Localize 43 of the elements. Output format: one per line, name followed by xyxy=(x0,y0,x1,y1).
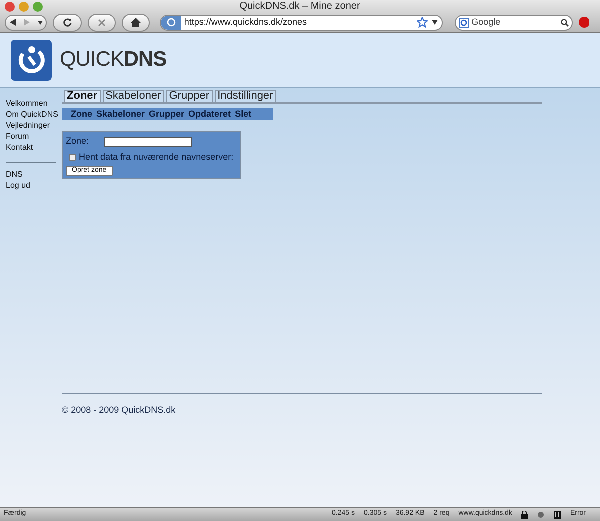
column-header[interactable]: Slet xyxy=(235,108,252,120)
checkbox-label: Hent data fra nuværende navneserver: xyxy=(79,150,234,164)
site-icon xyxy=(166,18,176,27)
tab[interactable]: Skabeloner xyxy=(102,90,164,102)
dropdown-icon[interactable] xyxy=(432,20,438,25)
search-input[interactable]: Google xyxy=(472,16,558,30)
sidebar-link[interactable]: Vejledninger xyxy=(6,120,62,131)
sidebar-link[interactable]: Forum xyxy=(6,131,62,142)
zone-input[interactable] xyxy=(104,136,192,147)
forward-icon xyxy=(24,19,30,26)
search-field[interactable]: Google xyxy=(454,14,573,30)
sidebar-link[interactable]: Kontakt xyxy=(6,142,62,153)
column-header[interactable]: Zone xyxy=(71,108,92,120)
back-forward-button[interactable] xyxy=(5,14,48,30)
lock-icon xyxy=(521,510,528,518)
site-logo-text: QUICKDNS xyxy=(60,47,167,74)
search-icon[interactable] xyxy=(560,18,569,26)
home-button[interactable] xyxy=(122,14,150,32)
home-icon xyxy=(131,18,142,27)
tab[interactable]: Indstillinger xyxy=(214,90,276,102)
column-header[interactable]: Grupper xyxy=(149,108,185,120)
checkbox[interactable] xyxy=(69,154,76,161)
sidebar-link[interactable]: Log ud xyxy=(6,180,56,191)
close-icon[interactable] xyxy=(5,2,15,12)
bookmark-star-icon[interactable] xyxy=(416,17,428,28)
reload-button[interactable] xyxy=(53,14,82,32)
sidebar-link[interactable]: Velkommen xyxy=(6,98,62,109)
caret-icon xyxy=(38,20,43,24)
stop-button[interactable] xyxy=(88,14,116,32)
column-header[interactable]: Skabeloner xyxy=(96,108,146,120)
zone-label: Zone: xyxy=(66,135,90,148)
tab[interactable]: Grupper xyxy=(166,90,213,102)
reload-icon xyxy=(63,18,72,27)
back-icon xyxy=(10,19,16,26)
column-header[interactable]: Opdateret xyxy=(188,108,232,120)
tab[interactable]: Zoner xyxy=(64,90,101,102)
sidebar-link[interactable]: Om QuickDNS xyxy=(6,109,62,120)
sidebar-link[interactable]: DNS xyxy=(6,169,56,180)
copyright-text: © 2008 - 2009 QuickDNS.dk xyxy=(62,405,176,415)
logo-icon xyxy=(11,40,52,80)
close-icon xyxy=(98,18,106,26)
window-title: QuickDNS.dk – Mine zoner xyxy=(240,0,360,13)
address-field[interactable]: https://www.quickdns.dk/zones xyxy=(160,14,443,30)
